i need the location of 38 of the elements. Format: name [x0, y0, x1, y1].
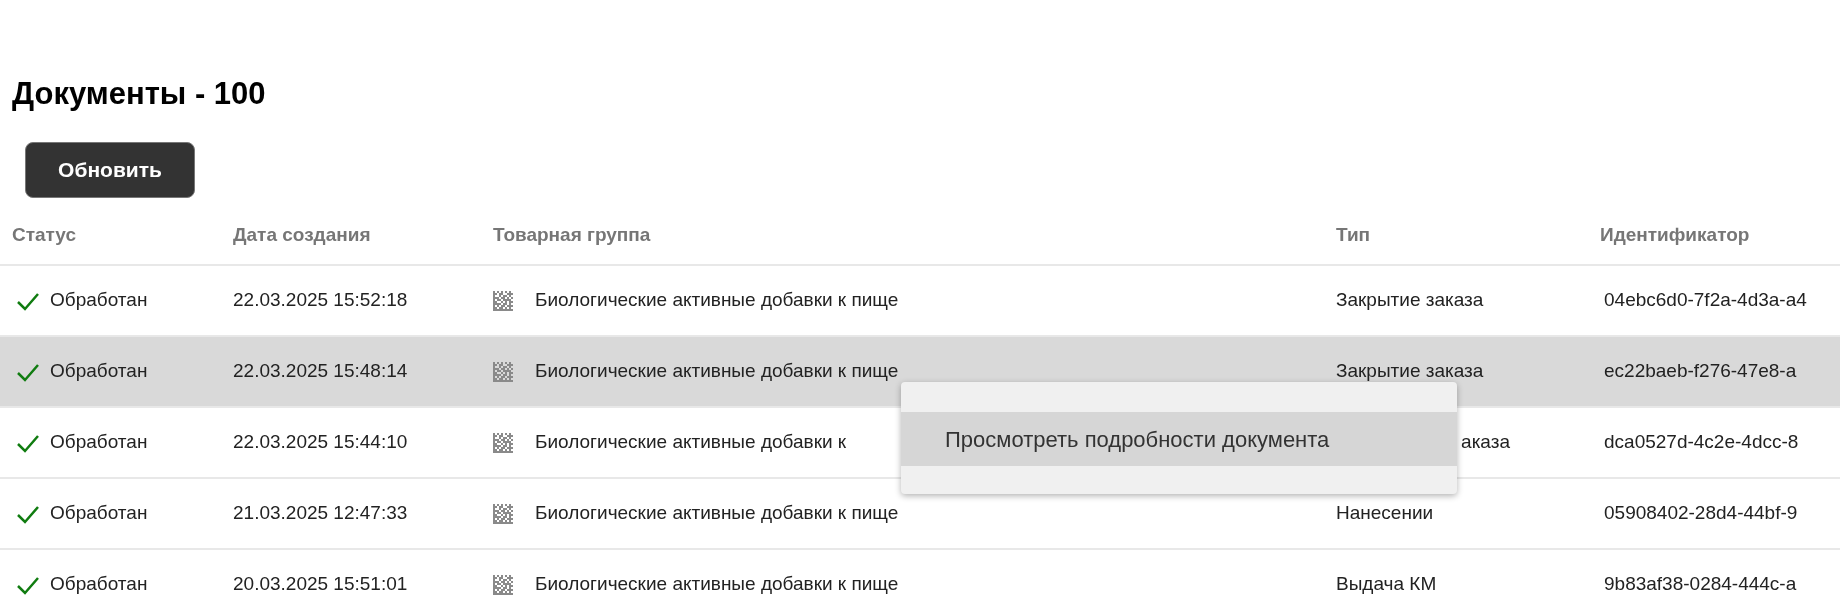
table-cell-text: Обработан — [50, 572, 148, 597]
table-cell-text: Закрытие заказа — [1336, 359, 1484, 384]
refresh-button[interactable]: Обновить — [25, 142, 195, 198]
datamatrix-icon — [493, 432, 513, 453]
table-cell-text: 22.03.2025 15:52:18 — [233, 288, 409, 313]
table-cell-text: 20.03.2025 15:51:01 — [233, 572, 409, 597]
column-header[interactable]: Тип — [1336, 220, 1600, 250]
column-header[interactable]: Дата создания — [233, 220, 493, 250]
table-cell-text: 22.03.2025 15:44:10 — [233, 430, 409, 455]
table-cell-text: 9b83af38-0284-444c-a — [1603, 572, 1798, 597]
table-cell-text: Биологические активные добавки к пище — [535, 359, 899, 384]
column-header[interactable]: Идентификатор — [1600, 220, 1840, 250]
table-cell-text: 04ebc6d0-7f2a-4d3a-a4 — [1603, 288, 1808, 313]
table-cell-text: 22.03.2025 15:48:14 — [233, 359, 409, 384]
datamatrix-icon — [493, 290, 513, 311]
table-cell-text: Нанесении — [1336, 501, 1434, 526]
table-cell-text: Биологические активные добавки к пище — [535, 288, 899, 313]
table-cell-text: Биологические активные добавки к — [535, 430, 847, 455]
table-cell-text: Биологические активные добавки к пище — [535, 501, 899, 526]
table-cell-text: dca0527d-4c2e-4dcc-8 — [1603, 430, 1800, 455]
datamatrix-icon — [493, 574, 513, 595]
datamatrix-icon — [493, 361, 513, 382]
menu-item[interactable]: Просмотреть подробности документа — [901, 412, 1457, 466]
page-title: Документы - 100 — [12, 75, 267, 113]
table-cell-text: 05908402-28d4-44bf-9 — [1603, 501, 1799, 526]
datamatrix-icon — [493, 503, 513, 524]
table-cell-text: ec22baeb-f276-47e8-a — [1603, 359, 1798, 384]
table-cell-text: Биологические активные добавки к пище — [535, 572, 899, 597]
table-cell-text: Обработан — [50, 359, 148, 384]
column-header[interactable]: Статус — [12, 220, 233, 250]
table-cell-text: Закрытие заказа — [1336, 288, 1484, 313]
table-cell-text: 21.03.2025 12:47:33 — [233, 501, 409, 526]
column-header[interactable]: Товарная группа — [493, 220, 1336, 250]
table-cell-text: Обработан — [50, 288, 148, 313]
table-cell-text: аказа — [1461, 430, 1510, 455]
table-cell-text: Выдача КМ — [1336, 572, 1437, 597]
table-cell-text: Обработан — [50, 430, 148, 455]
table-cell-text: Обработан — [50, 501, 148, 526]
